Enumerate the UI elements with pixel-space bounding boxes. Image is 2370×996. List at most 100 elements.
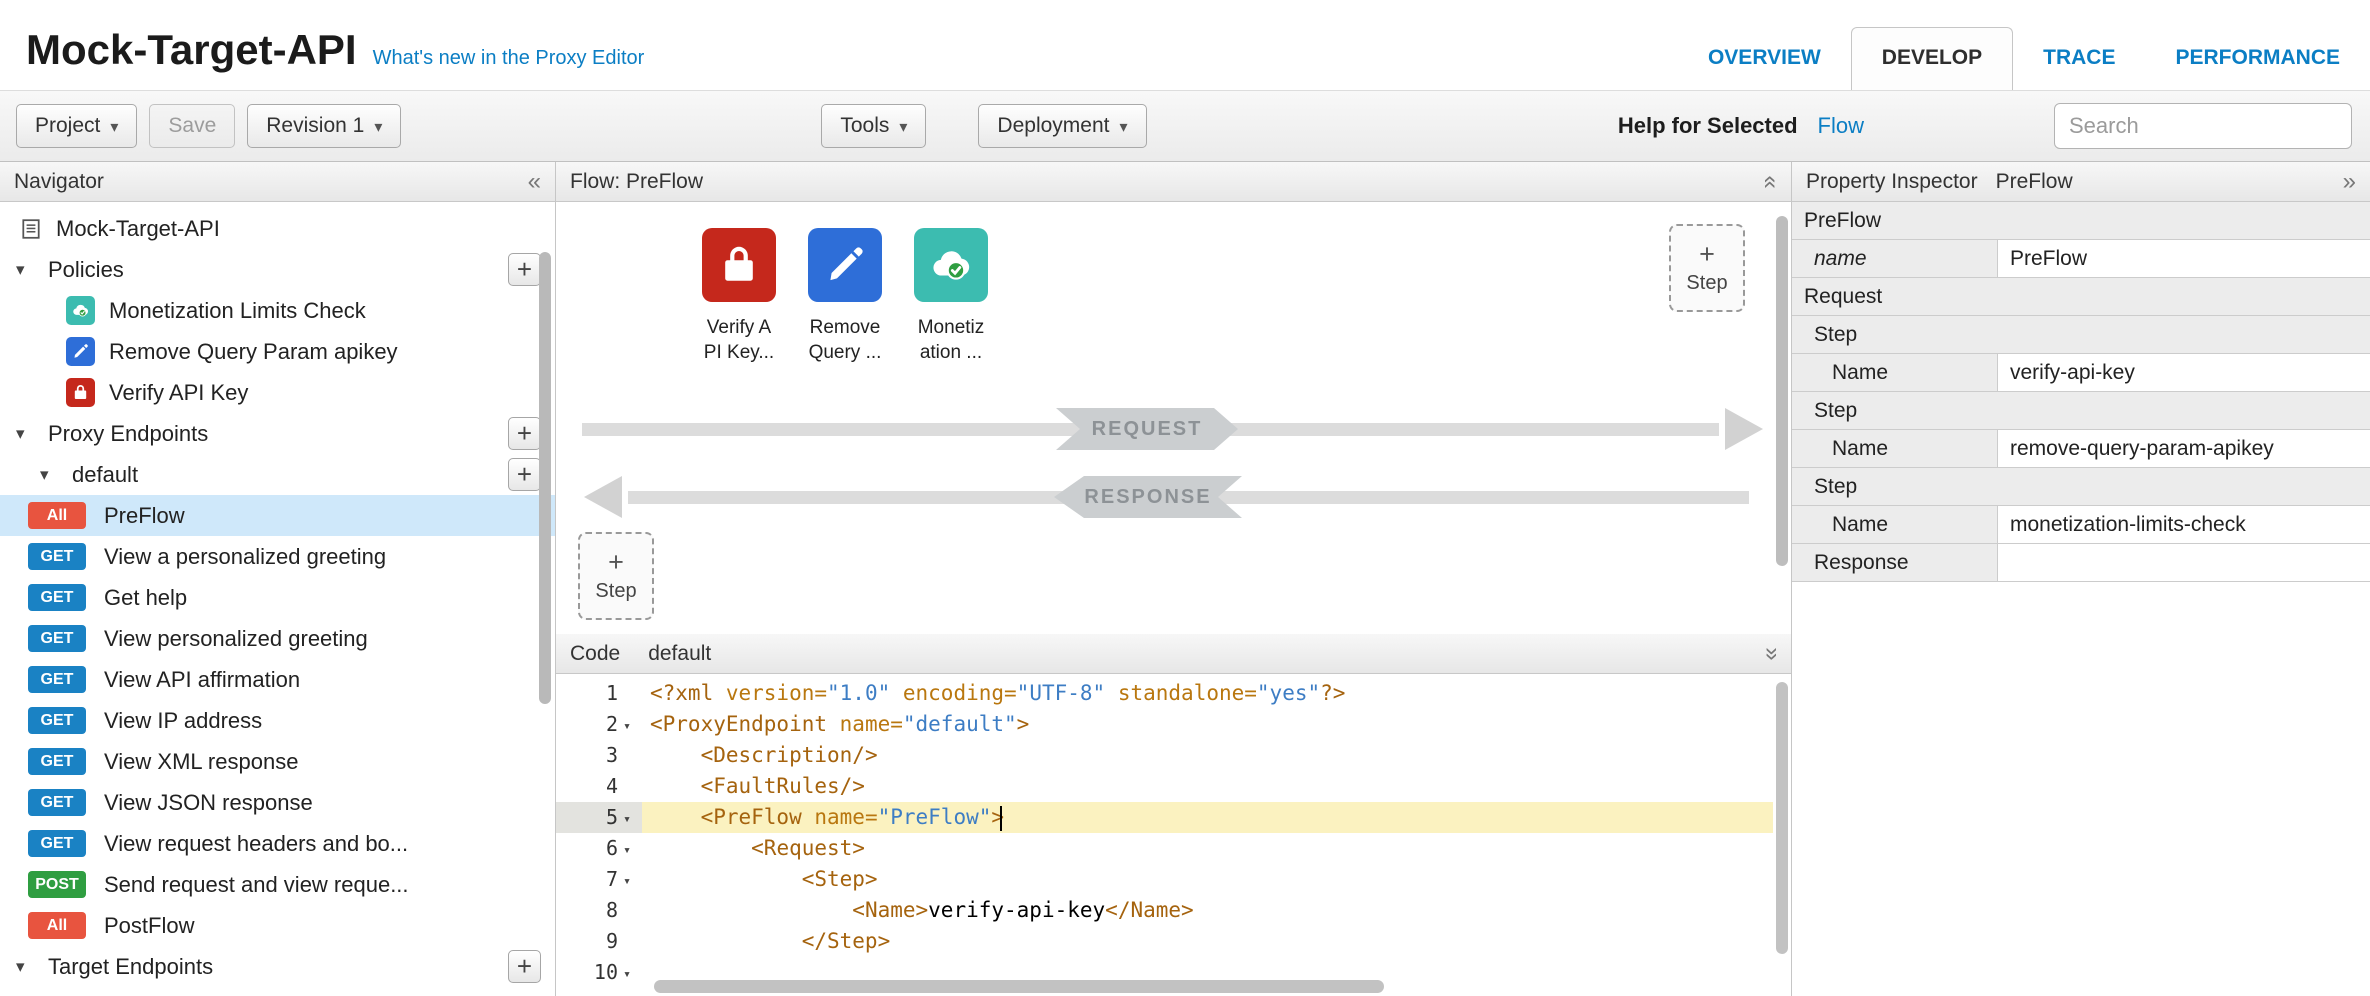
fold-arrow-icon[interactable]: [618, 708, 636, 742]
toolbar-right: Help for Selected Flow: [1618, 103, 2354, 149]
tab-performance[interactable]: PERFORMANCE: [2145, 28, 2370, 90]
prop-field-name: name PreFlow: [1792, 240, 2370, 278]
tab-develop[interactable]: DEVELOP: [1851, 27, 2013, 90]
code-line[interactable]: 6 <Request>: [556, 833, 1773, 864]
navigator-scrollbar[interactable]: [539, 252, 551, 704]
code-line[interactable]: 7 <Step>: [556, 864, 1773, 895]
expand-triangle-icon[interactable]: [16, 424, 36, 444]
nav-policy-remove-query[interactable]: Remove Query Param apikey: [0, 331, 555, 372]
fold-arrow-icon[interactable]: [618, 832, 636, 866]
project-button[interactable]: Project: [16, 104, 137, 148]
nav-flow-item[interactable]: GET Get help: [0, 577, 555, 618]
code-text: <?xml version="1.0" encoding="UTF-8" sta…: [642, 678, 1773, 709]
tab-overview[interactable]: OVERVIEW: [1678, 28, 1851, 90]
fold-arrow-icon[interactable]: [618, 863, 636, 897]
pencil-icon: [66, 337, 95, 366]
expand-triangle-icon[interactable]: [16, 957, 36, 977]
nav-flow-preflow[interactable]: All PreFlow: [0, 495, 555, 536]
nav-flow-postflow[interactable]: All PostFlow: [0, 905, 555, 946]
method-badge: GET: [28, 830, 86, 857]
help-flow-link[interactable]: Flow: [1818, 113, 1864, 139]
nav-flow-item[interactable]: GET View a personalized greeting: [0, 536, 555, 577]
nav-group-default[interactable]: default: [0, 454, 555, 495]
prop-value-response[interactable]: [1998, 544, 2370, 581]
code-line[interactable]: 8 <Name>verify-api-key</Name>: [556, 895, 1773, 926]
code-line[interactable]: 2 <ProxyEndpoint name="default">: [556, 709, 1773, 740]
add-flow-button[interactable]: [508, 458, 541, 491]
navigator-panel: Navigator Mock-Target-API Policies: [0, 162, 556, 996]
nav-section-proxy-endpoints[interactable]: Proxy Endpoints: [0, 413, 555, 454]
code-line-active[interactable]: 5 <PreFlow name="PreFlow">: [556, 802, 1773, 833]
search-input[interactable]: [2054, 103, 2352, 149]
save-button[interactable]: Save: [149, 104, 235, 148]
expand-triangle-icon[interactable]: [40, 465, 60, 485]
help-for-selected-label: Help for Selected: [1618, 113, 1798, 139]
lock-icon: [702, 228, 776, 302]
nav-policy-monetization[interactable]: Monetization Limits Check: [0, 290, 555, 331]
code-text: <PreFlow name="PreFlow">: [642, 802, 1773, 833]
code-editor[interactable]: 1 <?xml version="1.0" encoding="UTF-8" s…: [556, 674, 1791, 996]
collapse-navigator-icon[interactable]: [528, 170, 541, 194]
flow-step-verify-api-key[interactable]: Verify A PI Key...: [686, 228, 792, 365]
add-policy-button[interactable]: [508, 253, 541, 286]
nav-section-policies[interactable]: Policies: [0, 249, 555, 290]
fold-arrow-icon[interactable]: [618, 956, 636, 990]
tools-button[interactable]: Tools: [821, 104, 926, 148]
nav-section-target-endpoints[interactable]: Target Endpoints: [0, 946, 555, 987]
line-number: 5: [606, 802, 618, 833]
nav-flow-item[interactable]: GET View request headers and bo...: [0, 823, 555, 864]
add-step-request-button[interactable]: + Step: [1669, 224, 1745, 312]
expand-triangle-icon[interactable]: [16, 260, 36, 280]
prop-field-step-name: Name monetization-limits-check: [1792, 506, 2370, 544]
add-target-endpoint-button[interactable]: [508, 950, 541, 983]
section-label: Proxy Endpoints: [48, 421, 208, 447]
add-step-response-button[interactable]: + Step: [578, 532, 654, 620]
nav-flow-item[interactable]: POST Send request and view reque...: [0, 864, 555, 905]
step-label: Remove Query ...: [809, 316, 882, 365]
flow-scrollbar[interactable]: [1776, 216, 1788, 566]
code-text: <Step>: [642, 864, 1773, 895]
nav-flow-item[interactable]: GET View XML response: [0, 741, 555, 782]
tab-trace[interactable]: TRACE: [2013, 28, 2145, 90]
nav-flow-item[interactable]: GET View IP address: [0, 700, 555, 741]
response-arrowhead-icon: [584, 476, 622, 518]
method-badge: GET: [28, 789, 86, 816]
code-text: <Description/>: [642, 740, 1773, 771]
code-vertical-scrollbar[interactable]: [1776, 682, 1788, 954]
code-line[interactable]: 1 <?xml version="1.0" encoding="UTF-8" s…: [556, 678, 1773, 709]
response-label: RESPONSE: [1054, 476, 1242, 518]
flow-step-remove-query[interactable]: Remove Query ...: [792, 228, 898, 365]
fold-arrow-icon[interactable]: [618, 801, 636, 835]
prop-value-step-name[interactable]: monetization-limits-check: [1998, 506, 2370, 543]
property-inspector-header: Property Inspector PreFlow: [1792, 162, 2370, 202]
caret-down-icon: [374, 114, 382, 138]
nav-policy-verify-api-key[interactable]: Verify API Key: [0, 372, 555, 413]
code-text: <Name>verify-api-key</Name>: [642, 895, 1773, 926]
prop-header-step: Step: [1792, 316, 2370, 354]
method-badge: All: [28, 502, 86, 529]
whats-new-link[interactable]: What's new in the Proxy Editor: [373, 47, 645, 70]
revision-button[interactable]: Revision 1: [247, 104, 401, 148]
prop-value-step-name[interactable]: remove-query-param-apikey: [1998, 430, 2370, 467]
prop-value-step-name[interactable]: verify-api-key: [1998, 354, 2370, 391]
flow-step-monetization[interactable]: Monetiz ation ...: [898, 228, 1004, 365]
method-badge: GET: [28, 625, 86, 652]
nav-flow-item[interactable]: GET View JSON response: [0, 782, 555, 823]
nav-flow-item[interactable]: GET View API affirmation: [0, 659, 555, 700]
nav-root-item[interactable]: Mock-Target-API: [0, 208, 555, 249]
prop-field-step-name: Name remove-query-param-apikey: [1792, 430, 2370, 468]
code-line[interactable]: 3 <Description/>: [556, 740, 1773, 771]
add-proxy-endpoint-button[interactable]: [508, 417, 541, 450]
deployment-button[interactable]: Deployment: [978, 104, 1146, 148]
expand-inspector-icon[interactable]: [2343, 170, 2356, 194]
code-line[interactable]: 4 <FaultRules/>: [556, 771, 1773, 802]
nav-flow-item[interactable]: GET View personalized greeting: [0, 618, 555, 659]
cloud-check-icon: [914, 228, 988, 302]
collapse-code-icon[interactable]: [1758, 647, 1782, 660]
code-line[interactable]: 9 </Step>: [556, 926, 1773, 957]
collapse-flow-icon[interactable]: [1758, 175, 1782, 188]
code-horizontal-scrollbar[interactable]: [654, 980, 1384, 993]
flow-steps: Verify A PI Key... Remove Query ...: [686, 228, 1004, 365]
request-label: REQUEST: [1056, 408, 1238, 450]
prop-value-name[interactable]: PreFlow: [1998, 240, 2370, 277]
